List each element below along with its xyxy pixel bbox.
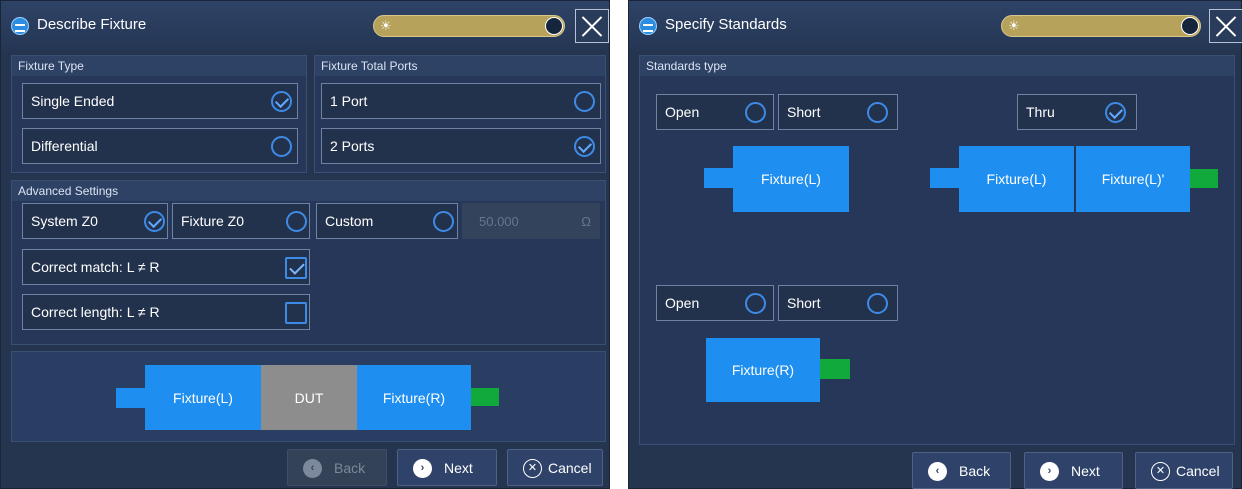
option-label: Short — [787, 104, 821, 120]
dialog-title: Specify Standards — [665, 16, 787, 33]
button-label: Cancel — [548, 460, 592, 476]
close-circle-icon: ✕ — [523, 459, 542, 478]
impedance-unit: Ω — [581, 214, 591, 229]
button-label: Cancel — [1176, 463, 1220, 479]
option-label: Thru — [1026, 104, 1055, 120]
fixture-left-block: Fixture(L) — [145, 365, 261, 430]
option-label: 2 Ports — [330, 138, 375, 154]
button-label: Back — [334, 460, 366, 476]
radio-unchecked-icon[interactable] — [271, 136, 292, 157]
system-z0-option[interactable]: System Z0 — [22, 203, 168, 239]
app-logo-icon — [11, 17, 29, 35]
option-label: Differential — [31, 138, 98, 154]
advanced-settings-group: Advanced Settings System Z0 Fixture Z0 C… — [11, 180, 606, 345]
radio-checked-icon[interactable] — [1105, 102, 1126, 123]
radio-unchecked-icon[interactable] — [745, 102, 766, 123]
back-button[interactable]: ‹ Back — [912, 452, 1011, 489]
dialog-title: Describe Fixture — [37, 16, 147, 33]
button-label: Back — [959, 463, 991, 479]
open-option-left[interactable]: Open — [656, 94, 774, 130]
specify-standards-dialog: Specify Standards ☀ Standards type Open … — [628, 0, 1242, 489]
next-button[interactable]: › Next — [1024, 452, 1123, 489]
short-option-right[interactable]: Short — [778, 285, 898, 321]
custom-impedance-input[interactable]: 50.000 Ω — [462, 203, 600, 239]
port-stub-right — [471, 388, 499, 406]
close-button[interactable] — [575, 9, 609, 43]
title-bar: Describe Fixture ☀ — [1, 1, 609, 51]
radio-checked-icon[interactable] — [144, 211, 165, 232]
fixture-diagram-panel: Fixture(L) DUT Fixture(R) — [11, 351, 606, 442]
impedance-value: 50.000 — [479, 214, 519, 229]
radio-unchecked-icon[interactable] — [867, 102, 888, 123]
thru-fixture-left-block: Fixture(L) — [959, 146, 1074, 212]
radio-unchecked-icon[interactable] — [867, 293, 888, 314]
toggle-knob[interactable] — [1181, 17, 1199, 35]
checkbox-unchecked-icon[interactable] — [285, 302, 307, 324]
thru-option[interactable]: Thru — [1017, 94, 1137, 130]
cancel-button[interactable]: ✕ Cancel — [1135, 452, 1233, 489]
option-label: Fixture Z0 — [181, 213, 245, 229]
option-label: Custom — [325, 213, 374, 229]
standards-type-group: Standards type Open Short Fixture(L) Thr… — [639, 55, 1235, 445]
title-bar: Specify Standards ☀ — [629, 1, 1242, 51]
button-label: Next — [444, 460, 473, 476]
port-stub-right — [820, 359, 850, 379]
app-logo-icon — [639, 17, 657, 35]
dut-block: DUT — [261, 365, 357, 430]
close-button[interactable] — [1209, 9, 1242, 43]
chevron-left-icon: ‹ — [303, 459, 322, 478]
radio-unchecked-icon[interactable] — [574, 91, 595, 112]
thru-fixture-mirror-block: Fixture(L)' — [1076, 146, 1190, 212]
theme-toggle[interactable]: ☀ — [1001, 15, 1201, 37]
open-option-right[interactable]: Open — [656, 285, 774, 321]
group-label: Standards type — [640, 56, 1234, 76]
sun-icon: ☀ — [1008, 18, 1020, 33]
group-label: Fixture Total Ports — [315, 56, 605, 76]
radio-unchecked-icon[interactable] — [286, 211, 307, 232]
sun-icon: ☀ — [380, 18, 392, 33]
group-label: Advanced Settings — [12, 181, 605, 201]
button-label: Next — [1071, 463, 1100, 479]
option-label: Open — [665, 295, 700, 311]
describe-fixture-dialog: Describe Fixture ☀ Fixture Type Single E… — [0, 0, 610, 489]
fixture-total-ports-group: Fixture Total Ports 1 Port 2 Ports — [314, 55, 606, 173]
option-label: Open — [665, 104, 700, 120]
checkbox-checked-icon[interactable] — [285, 257, 307, 279]
option-label: Single Ended — [31, 93, 115, 109]
single-ended-option[interactable]: Single Ended — [22, 83, 298, 119]
option-label: 1 Port — [330, 93, 368, 109]
radio-unchecked-icon[interactable] — [745, 293, 766, 314]
radio-checked-icon[interactable] — [574, 136, 595, 157]
fixture-left-block: Fixture(L) — [733, 146, 849, 212]
radio-unchecked-icon[interactable] — [433, 211, 454, 232]
close-circle-icon: ✕ — [1151, 462, 1170, 481]
two-ports-option[interactable]: 2 Ports — [321, 128, 601, 164]
chevron-right-icon: › — [1040, 462, 1059, 481]
one-port-option[interactable]: 1 Port — [321, 83, 601, 119]
fixture-right-block: Fixture(R) — [706, 338, 820, 402]
option-label: Short — [787, 295, 821, 311]
back-button[interactable]: ‹ Back — [287, 449, 387, 486]
option-label: System Z0 — [31, 213, 98, 229]
toggle-knob[interactable] — [545, 17, 563, 35]
group-label: Fixture Type — [12, 56, 306, 76]
radio-checked-icon[interactable] — [271, 91, 292, 112]
chevron-left-icon: ‹ — [928, 462, 947, 481]
fixture-right-block: Fixture(R) — [357, 365, 471, 430]
checkbox-label: Correct match: L ≠ R — [31, 259, 160, 275]
correct-length-checkbox[interactable]: Correct length: L ≠ R — [22, 294, 310, 330]
short-option-left[interactable]: Short — [778, 94, 898, 130]
checkbox-label: Correct length: L ≠ R — [31, 304, 160, 320]
fixture-z0-option[interactable]: Fixture Z0 — [172, 203, 310, 239]
cancel-button[interactable]: ✕ Cancel — [507, 449, 603, 486]
theme-toggle[interactable]: ☀ — [373, 15, 565, 37]
differential-option[interactable]: Differential — [22, 128, 298, 164]
fixture-type-group: Fixture Type Single Ended Differential — [11, 55, 307, 173]
correct-match-checkbox[interactable]: Correct match: L ≠ R — [22, 249, 310, 285]
thru-port-stub-right — [1190, 169, 1218, 188]
next-button[interactable]: › Next — [397, 449, 497, 486]
custom-option[interactable]: Custom — [316, 203, 458, 239]
chevron-right-icon: › — [413, 459, 432, 478]
